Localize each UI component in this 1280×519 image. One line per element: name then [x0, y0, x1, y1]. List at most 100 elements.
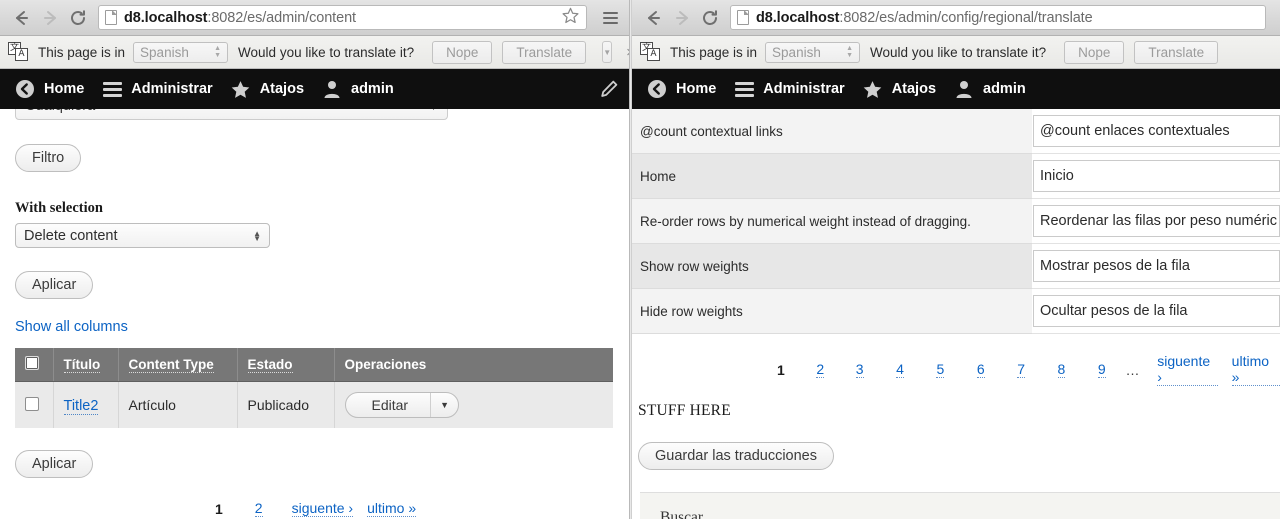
translation-input[interactable]: @count enlaces contextuales [1033, 115, 1280, 147]
language-select[interactable]: Spanish ▲ ▼ [133, 41, 229, 63]
show-all-columns-link[interactable]: Show all columns [15, 319, 128, 335]
translation-cell: Mostrar pesos de la fila [1032, 243, 1280, 289]
pager-page-4[interactable]: 4 [896, 361, 904, 378]
forward-button[interactable] [36, 4, 64, 32]
table-header-operaciones: Operaciones [334, 348, 613, 382]
infobar-prefix: This page is in [38, 44, 126, 60]
pager-page-8[interactable]: 8 [1057, 361, 1066, 378]
row-select-cell [15, 381, 54, 428]
save-translations-button[interactable]: Guardar las traducciones [638, 442, 834, 470]
pager-page-7[interactable]: 7 [1017, 361, 1025, 378]
forward-button[interactable] [668, 4, 696, 32]
toolbar-item-home[interactable]: Home [642, 78, 729, 100]
accept-translate-button[interactable]: Translate [502, 40, 587, 64]
filter-button[interactable]: Filtro [15, 144, 82, 172]
toolbar-item-admin-user[interactable]: admin [317, 78, 407, 100]
translation-input[interactable]: Mostrar pesos de la fila [1033, 250, 1280, 282]
browser-menu-button[interactable] [599, 11, 621, 24]
url-text: d8.localhost:8082/es/admin/config/region… [756, 9, 1093, 26]
toolbar-item-administrar[interactable]: Administrar [97, 78, 225, 100]
row-checkbox[interactable] [25, 396, 39, 411]
user-icon [953, 78, 975, 100]
toolbar-label-administrar: Administrar [131, 81, 213, 97]
translation-cell: @count enlaces contextuales [1032, 109, 1280, 154]
bookmark-star-icon[interactable] [555, 6, 580, 30]
infobar-options-button[interactable]: ▼ [602, 41, 613, 63]
toolbar-item-atajos[interactable]: Atajos [226, 78, 317, 100]
select-all-checkbox[interactable] [25, 356, 39, 370]
browser-toolbar-left: d8.localhost:8082/es/admin/content [0, 0, 629, 36]
table-header-content-type[interactable]: Content Type [118, 348, 238, 382]
page-viewport-left: Cualquiera ▼ Filtro With selection Delet… [0, 109, 629, 519]
search-block-title: Buscar [660, 509, 1272, 519]
translation-pager: 1 2 3 4 5 6 7 8 9 … siguente › ultimo » [632, 353, 1280, 386]
table-row: @count contextual links @count enlaces c… [632, 109, 1280, 154]
table-header-estado[interactable]: Estado [237, 348, 335, 382]
browser-window-right: d8.localhost:8082/es/admin/config/region… [632, 0, 1280, 519]
infobar-question: Would you like to translate it? [238, 44, 415, 60]
pager-last[interactable]: ultimo » [1231, 353, 1280, 386]
apply-button-top[interactable]: Aplicar [15, 271, 94, 299]
url-text: d8.localhost:8082/es/admin/content [124, 9, 356, 26]
language-select[interactable]: Spanish ▲ ▼ [765, 41, 861, 63]
pager-last[interactable]: ultimo » [367, 500, 417, 517]
pager-page-5[interactable]: 5 [936, 361, 945, 378]
pager-page-1[interactable]: 1 [777, 362, 785, 378]
row-title-cell: Title2 [53, 381, 119, 428]
page-document-icon [105, 10, 117, 25]
browser-toolbar-right: d8.localhost:8082/es/admin/config/region… [632, 0, 1280, 36]
reload-button[interactable] [64, 4, 92, 32]
table-header-select-all [15, 348, 54, 382]
toolbar-item-home[interactable]: Home [10, 78, 97, 100]
translation-input[interactable]: Ocultar pesos de la fila [1033, 295, 1280, 327]
pager-page-2[interactable]: 2 [254, 500, 263, 517]
address-bar[interactable]: d8.localhost:8082/es/admin/content [98, 5, 587, 30]
content-table: Título Content Type Estado Operaciones T… [15, 348, 613, 428]
address-bar[interactable]: d8.localhost:8082/es/admin/config/region… [730, 5, 1266, 30]
reload-button[interactable] [696, 4, 724, 32]
translation-input[interactable]: Inicio [1033, 160, 1280, 192]
operations-dropbutton[interactable]: Editar ▼ [344, 392, 460, 418]
user-icon [321, 78, 343, 100]
back-button[interactable] [8, 4, 36, 32]
page-document-icon [737, 10, 749, 25]
toolbar-edit-button[interactable] [589, 79, 629, 99]
apply-button-bottom[interactable]: Aplicar [15, 450, 94, 478]
translation-cell: Inicio [1032, 153, 1280, 199]
source-string: Hide row weights [632, 288, 1032, 334]
source-string: @count contextual links [632, 109, 1032, 154]
toolbar-label-admin: admin [983, 81, 1026, 97]
drupal-admin-toolbar-left: Home Administrar Atajos admin [0, 69, 629, 109]
translate-infobar-right: 文A This page is in Spanish ▲▼ Would you … [632, 36, 1280, 69]
toolbar-item-administrar[interactable]: Administrar [729, 78, 857, 100]
decline-translate-button[interactable]: Nope [432, 40, 493, 64]
toolbar-item-atajos[interactable]: Atajos [858, 78, 949, 100]
bulk-action-select[interactable]: Delete content ▲ ▼ [15, 223, 270, 248]
page-viewport-right: @count contextual links @count enlaces c… [632, 109, 1280, 519]
table-header-title[interactable]: Título [53, 348, 119, 382]
spinner-icon: ▲ ▼ [253, 228, 261, 243]
pager-page-6[interactable]: 6 [976, 361, 985, 378]
filter-status-select[interactable]: Cualquiera ▼ [15, 109, 448, 120]
edit-button[interactable]: Editar [346, 393, 431, 417]
toolbar-item-admin-user[interactable]: admin [949, 78, 1039, 100]
table-row: Hide row weights Ocultar pesos de la fil… [632, 288, 1280, 334]
pager-page-1[interactable]: 1 [215, 501, 223, 517]
pager-next[interactable]: siguente › [1157, 353, 1218, 386]
row-status-cell: Publicado [237, 381, 335, 428]
row-title-link[interactable]: Title2 [63, 397, 99, 415]
pager-page-9[interactable]: 9 [1097, 361, 1106, 378]
pager-page-2[interactable]: 2 [816, 361, 825, 378]
decline-translate-button[interactable]: Nope [1064, 40, 1125, 64]
back-button[interactable] [640, 4, 668, 32]
accept-translate-button[interactable]: Translate [1134, 40, 1219, 64]
pager-page-3[interactable]: 3 [855, 361, 864, 378]
translation-input[interactable]: Reordenar las filas por peso numéric [1033, 205, 1280, 237]
row-content-type-cell: Artículo [118, 381, 238, 428]
toolbar-label-home: Home [676, 81, 717, 97]
star-icon [862, 78, 884, 100]
content-pager: 1 2 siguente › ultimo » [0, 500, 629, 517]
chevron-down-icon[interactable]: ▼ [430, 393, 458, 417]
row-operations-cell: Editar ▼ [334, 381, 613, 428]
pager-next[interactable]: siguente › [291, 500, 354, 517]
